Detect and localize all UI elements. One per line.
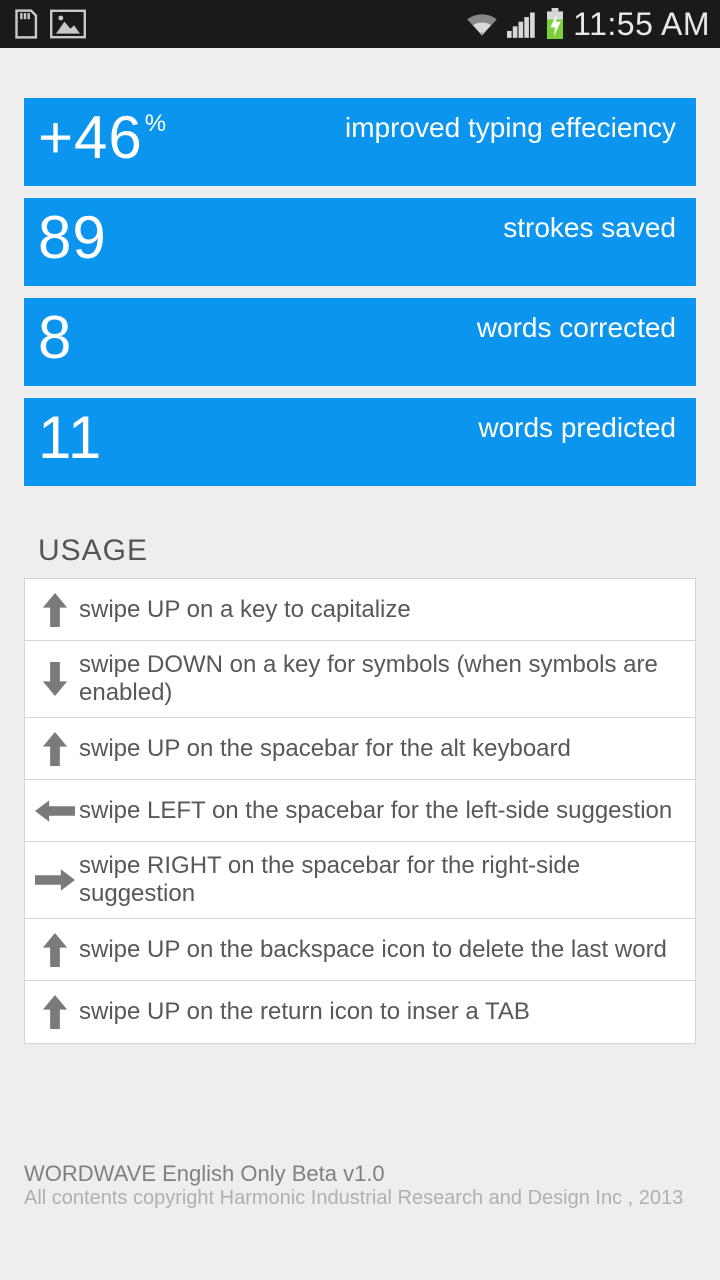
- stat-value: + 46 %: [38, 108, 167, 168]
- footer: WORDWAVE English Only Beta v1.0 All cont…: [24, 1161, 696, 1210]
- stat-number: 46: [74, 108, 143, 168]
- usage-text: swipe DOWN on a key for symbols (when sy…: [79, 651, 685, 707]
- usage-list: swipe UP on a key to capitalize swipe DO…: [24, 578, 696, 1044]
- stat-prefix: +: [38, 108, 74, 168]
- usage-item: swipe RIGHT on the spacebar for the righ…: [25, 842, 695, 919]
- stats-section: + 46 % improved typing effeciency 89 str…: [24, 98, 696, 486]
- stat-label: words corrected: [477, 312, 676, 344]
- arrow-right-icon: [35, 869, 75, 891]
- usage-item: swipe UP on the return icon to inser a T…: [25, 981, 695, 1043]
- usage-text: swipe UP on the spacebar for the alt key…: [79, 735, 571, 763]
- stat-value: 11: [38, 408, 104, 468]
- stat-card-efficiency: + 46 % improved typing effeciency: [24, 98, 696, 186]
- stat-label: improved typing effeciency: [345, 112, 676, 144]
- stat-label: words predicted: [478, 412, 676, 444]
- signal-icon: [507, 10, 537, 38]
- status-bar: ↕ 11:55 AM: [0, 0, 720, 48]
- usage-text: swipe UP on the return icon to inser a T…: [79, 998, 530, 1026]
- usage-item: swipe UP on the spacebar for the alt key…: [25, 718, 695, 780]
- usage-item: swipe UP on a key to capitalize: [25, 579, 695, 641]
- footer-version: WORDWAVE English Only Beta v1.0: [24, 1161, 696, 1187]
- usage-item: swipe DOWN on a key for symbols (when sy…: [25, 641, 695, 718]
- footer-copyright: All contents copyright Harmonic Industri…: [24, 1187, 696, 1210]
- usage-text: swipe UP on a key to capitalize: [79, 596, 411, 624]
- stat-card-corrected: 8 words corrected: [24, 298, 696, 386]
- svg-text:↕: ↕: [480, 29, 484, 38]
- status-time: 11:55 AM: [573, 6, 710, 43]
- stat-value: 89: [38, 208, 109, 268]
- usage-text: swipe RIGHT on the spacebar for the righ…: [79, 852, 685, 908]
- arrow-up-icon: [35, 593, 75, 627]
- stat-card-predicted: 11 words predicted: [24, 398, 696, 486]
- stat-value: 8: [38, 308, 74, 368]
- status-left: [10, 7, 86, 41]
- usage-text: swipe LEFT on the spacebar for the left-…: [79, 797, 672, 825]
- usage-item: swipe UP on the backspace icon to delete…: [25, 919, 695, 981]
- usage-item: swipe LEFT on the spacebar for the left-…: [25, 780, 695, 842]
- status-right: ↕ 11:55 AM: [465, 6, 710, 43]
- gallery-icon: [50, 9, 86, 39]
- stat-suffix: %: [145, 112, 167, 136]
- app-body: + 46 % improved typing effeciency 89 str…: [0, 98, 720, 1044]
- arrow-up-icon: [35, 995, 75, 1029]
- arrow-up-icon: [35, 933, 75, 967]
- arrow-down-icon: [35, 662, 75, 696]
- stat-card-strokes: 89 strokes saved: [24, 198, 696, 286]
- stat-number: 8: [38, 308, 72, 368]
- stat-number: 11: [38, 408, 102, 468]
- wifi-icon: ↕: [465, 10, 499, 38]
- sd-card-icon: [10, 7, 40, 41]
- usage-title: USAGE: [24, 534, 696, 568]
- arrow-up-icon: [35, 732, 75, 766]
- battery-icon: [545, 8, 565, 40]
- stat-number: 89: [38, 208, 107, 268]
- arrow-left-icon: [35, 800, 75, 822]
- usage-text: swipe UP on the backspace icon to delete…: [79, 936, 667, 964]
- stat-label: strokes saved: [503, 212, 676, 244]
